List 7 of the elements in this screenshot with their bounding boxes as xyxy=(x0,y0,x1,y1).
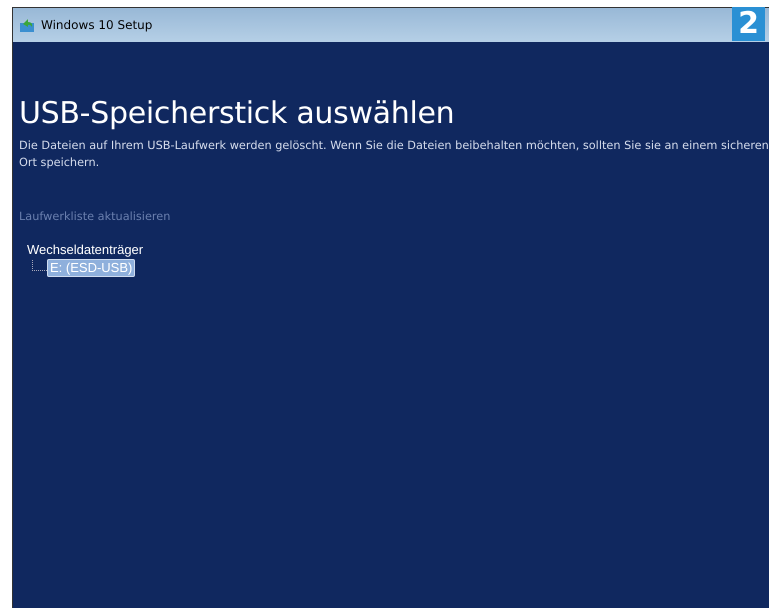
setup-icon xyxy=(19,17,35,33)
tree-item[interactable]: E: (ESD-USB) xyxy=(47,259,136,277)
description-text: Die Dateien auf Ihrem USB-Laufwerk werden gelöscht. Wenn Sie die Dateien beibehalten möchten, sollten Sie sie an einem sicheren Ort speichern. xyxy=(19,138,769,171)
page-heading: USB-Speicherstick auswählen xyxy=(19,96,454,132)
tree-item[interactable]: Wechseldatenträger xyxy=(24,241,146,259)
window-title: Windows 10 Setup xyxy=(41,18,152,32)
step-badge: 2 xyxy=(732,7,765,41)
